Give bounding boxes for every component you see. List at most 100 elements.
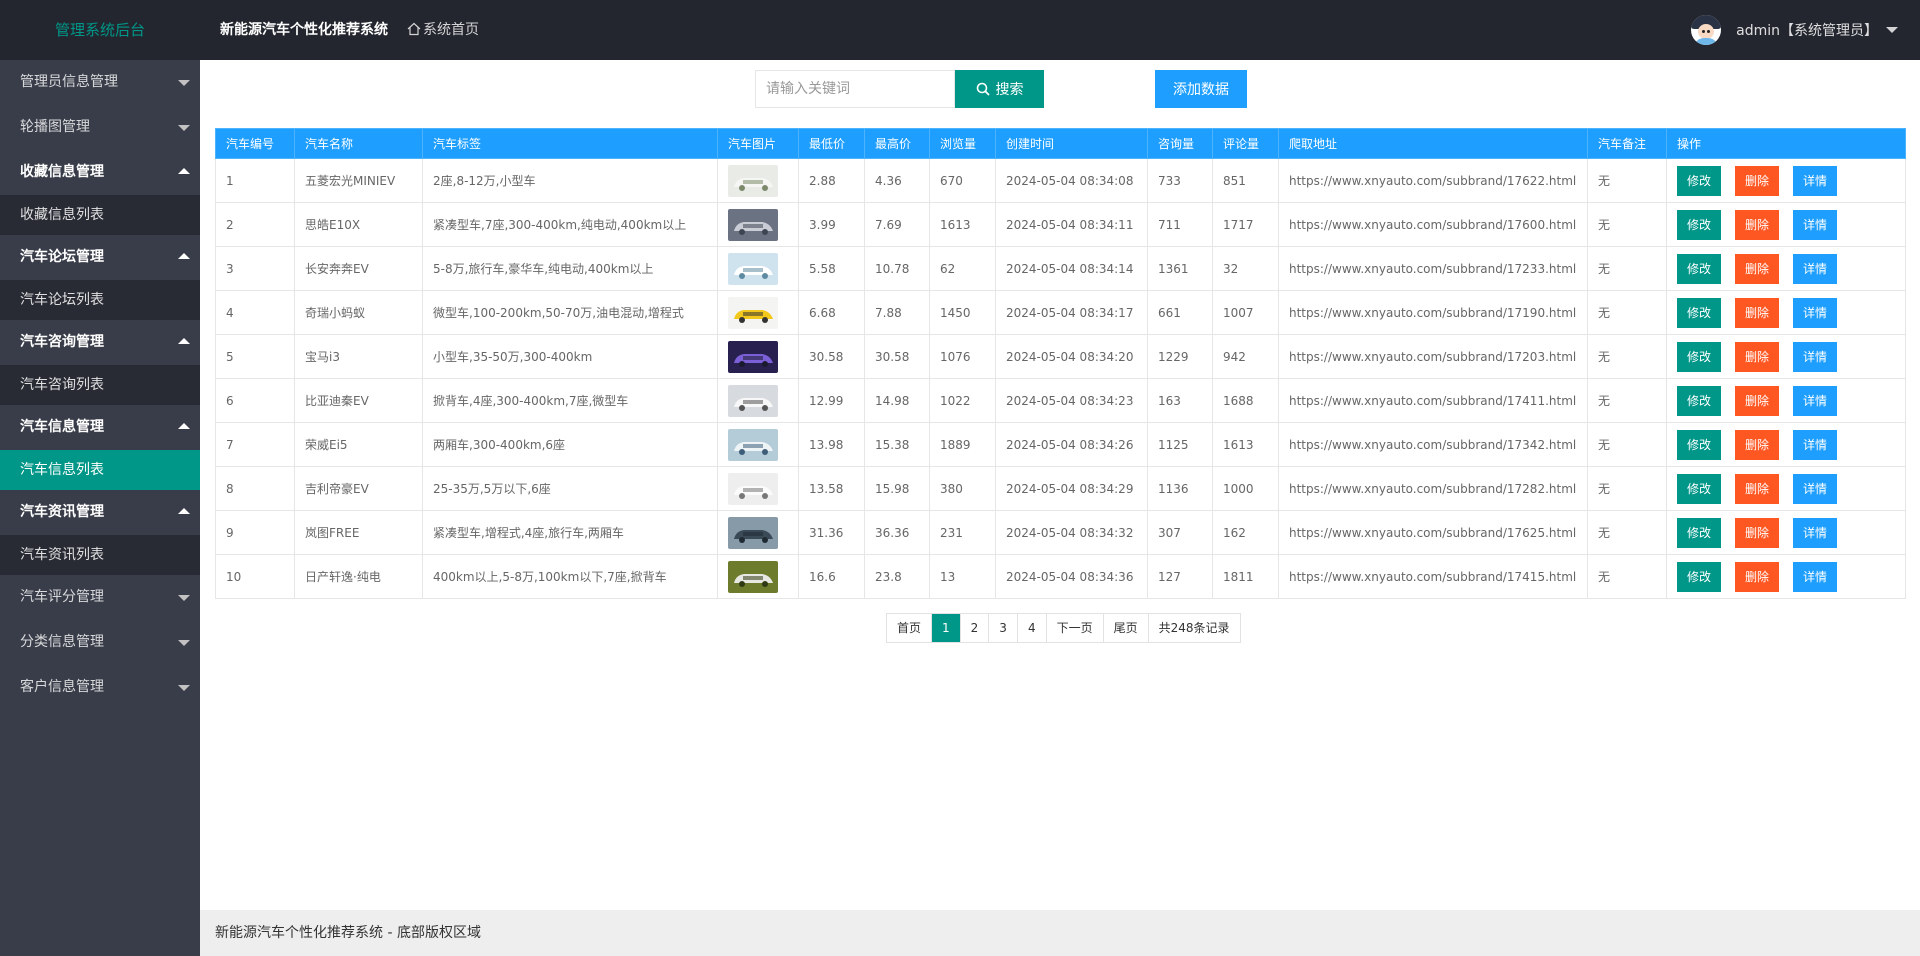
sidebar-item-category[interactable]: 分类信息管理 — [0, 620, 200, 665]
home-link[interactable]: 系统首页 — [407, 0, 479, 60]
column-header: 汽车编号 — [215, 128, 295, 159]
edit-button[interactable]: 修改 — [1677, 209, 1721, 240]
sidebar-item-favorites[interactable]: 收藏信息管理 — [0, 150, 200, 195]
column-header: 汽车名称 — [294, 128, 423, 159]
sidebar-subitem-news-list[interactable]: 汽车资讯列表 — [0, 535, 200, 575]
cell-url: https://www.xnyauto.com/subbrand/17625.h… — [1278, 510, 1588, 555]
delete-button[interactable]: 删除 — [1735, 385, 1779, 416]
page-first-button[interactable]: 首页 — [887, 614, 933, 642]
cell-comments: 1613 — [1212, 422, 1279, 467]
page-1-button[interactable]: 1 — [932, 614, 961, 642]
sidebar-item-carousel[interactable]: 轮播图管理 — [0, 105, 200, 150]
detail-button[interactable]: 详情 — [1793, 165, 1837, 196]
delete-button[interactable]: 删除 — [1735, 517, 1779, 548]
sidebar-item-car-info[interactable]: 汽车信息管理 — [0, 405, 200, 450]
cell-image — [717, 334, 799, 379]
detail-button[interactable]: 详情 — [1793, 297, 1837, 328]
table-row: 8 吉利帝豪EV 25-35万,5万以下,6座 13.58 15.98 380 2024-0… — [215, 466, 1906, 511]
table-header-row: 汽车编号 汽车名称 汽车标签 汽车图片 最低价 最高价 浏览量 创建时间 咨询量 评论量 爬取地址汽… — [215, 128, 1906, 159]
detail-button[interactable]: 详情 — [1793, 341, 1837, 372]
column-header: 爬取地址 — [1278, 128, 1588, 159]
sidebar-item-label: 管理员信息管理 — [20, 74, 118, 90]
user-menu[interactable]: admin【系统管理员】 — [1691, 0, 1898, 60]
cell-name: 思皓E10X — [294, 202, 423, 247]
cell-views: 13 — [929, 554, 996, 599]
cell-tags: 紧凑型车,7座,300-400km,纯电动,400km以上 — [422, 202, 718, 247]
sidebar-item-news[interactable]: 汽车资讯管理 — [0, 490, 200, 535]
cell-max: 10.78 — [864, 246, 930, 291]
cell-id: 2 — [215, 202, 295, 247]
search-button-label: 搜索 — [995, 81, 1024, 97]
delete-button[interactable]: 删除 — [1735, 209, 1779, 240]
detail-button[interactable]: 详情 — [1793, 517, 1837, 548]
app-logo[interactable]: 管理系统后台 — [0, 0, 200, 60]
search-button[interactable]: 搜索 — [955, 70, 1044, 108]
car-thumbnail — [728, 208, 778, 241]
cell-views: 1022 — [929, 378, 996, 423]
cell-tags: 5-8万,旅行车,豪华车,纯电动,400km以上 — [422, 246, 718, 291]
cell-min: 6.68 — [798, 290, 865, 335]
sidebar-item-forum[interactable]: 汽车论坛管理 — [0, 235, 200, 280]
delete-button[interactable]: 删除 — [1735, 253, 1779, 284]
add-data-button[interactable]: 添加数据 — [1155, 70, 1247, 108]
delete-button[interactable]: 删除 — [1735, 165, 1779, 196]
page-3-button[interactable]: 3 — [989, 614, 1018, 642]
sidebar-item-customer[interactable]: 客户信息管理 — [0, 665, 200, 710]
cell-id: 8 — [215, 466, 295, 511]
sidebar-item-rating[interactable]: 汽车评分管理 — [0, 575, 200, 620]
cell-created: 2024-05-04 08:34:36 — [995, 554, 1148, 599]
sidebar-item-admin[interactable]: 管理员信息管理 — [0, 60, 200, 105]
column-header: 汽车图片 — [717, 128, 799, 159]
cell-url: https://www.xnyauto.com/subbrand/17342.h… — [1278, 422, 1588, 467]
car-thumbnail — [728, 428, 778, 461]
sidebar-item-consult[interactable]: 汽车咨询管理 — [0, 320, 200, 365]
cell-comments: 1717 — [1212, 202, 1279, 247]
total-records: 共248条记录 — [1158, 621, 1230, 635]
page-last-button[interactable]: 尾页 — [1104, 614, 1149, 642]
sidebar-subitem-forum-list[interactable]: 汽车论坛列表 — [0, 280, 200, 320]
cell-max: 4.36 — [864, 158, 930, 203]
delete-button[interactable]: 删除 — [1735, 561, 1779, 592]
delete-button[interactable]: 删除 — [1735, 429, 1779, 460]
cell-min: 13.98 — [798, 422, 865, 467]
detail-button[interactable]: 详情 — [1793, 385, 1837, 416]
detail-button[interactable]: 详情 — [1793, 561, 1837, 592]
page-4-button[interactable]: 4 — [1018, 614, 1047, 642]
delete-button[interactable]: 删除 — [1735, 473, 1779, 504]
cell-id: 1 — [215, 158, 295, 203]
edit-button[interactable]: 修改 — [1677, 473, 1721, 504]
delete-button[interactable]: 删除 — [1735, 341, 1779, 372]
car-thumbnail — [728, 252, 778, 285]
edit-button[interactable]: 修改 — [1677, 429, 1721, 460]
table-row: 3 长安奔奔EV 5-8万,旅行车,豪华车,纯电动,400km以上 5.58 10.78… — [215, 246, 1906, 291]
cell-created: 2024-05-04 08:34:23 — [995, 378, 1148, 423]
sidebar-item-label: 汽车评分管理 — [20, 589, 104, 605]
sidebar-subitem-consult-list[interactable]: 汽车咨询列表 — [0, 365, 200, 405]
search-input[interactable] — [755, 70, 955, 108]
page-next-button[interactable]: 下一页 — [1047, 614, 1104, 642]
edit-button[interactable]: 修改 — [1677, 341, 1721, 372]
edit-button[interactable]: 修改 — [1677, 297, 1721, 328]
cell-consult: 661 — [1147, 290, 1213, 335]
page-2-button[interactable]: 2 — [961, 614, 990, 642]
edit-button[interactable]: 修改 — [1677, 385, 1721, 416]
cell-tags: 2座,8-12万,小型车 — [422, 158, 718, 203]
cell-url: https://www.xnyauto.com/subbrand/17411.h… — [1278, 378, 1588, 423]
cell-name: 长安奔奔EV — [294, 246, 423, 291]
detail-button[interactable]: 详情 — [1793, 429, 1837, 460]
edit-button[interactable]: 修改 — [1677, 517, 1721, 548]
detail-button[interactable]: 详情 — [1793, 473, 1837, 504]
cell-tags: 25-35万,5万以下,6座 — [422, 466, 718, 511]
cell-image — [717, 158, 799, 203]
edit-button[interactable]: 修改 — [1677, 253, 1721, 284]
detail-button[interactable]: 详情 — [1793, 253, 1837, 284]
system-title: 新能源汽车个性化推荐系统 — [220, 22, 388, 38]
detail-button[interactable]: 详情 — [1793, 209, 1837, 240]
sidebar-subitem-favorites-list[interactable]: 收藏信息列表 — [0, 195, 200, 235]
sidebar-subitem-car-info-list[interactable]: 汽车信息列表 — [0, 450, 200, 490]
sidebar-item-label: 汽车论坛管理 — [20, 249, 104, 265]
sidebar-item-label: 汽车信息管理 — [20, 419, 104, 435]
delete-button[interactable]: 删除 — [1735, 297, 1779, 328]
edit-button[interactable]: 修改 — [1677, 561, 1721, 592]
edit-button[interactable]: 修改 — [1677, 165, 1721, 196]
